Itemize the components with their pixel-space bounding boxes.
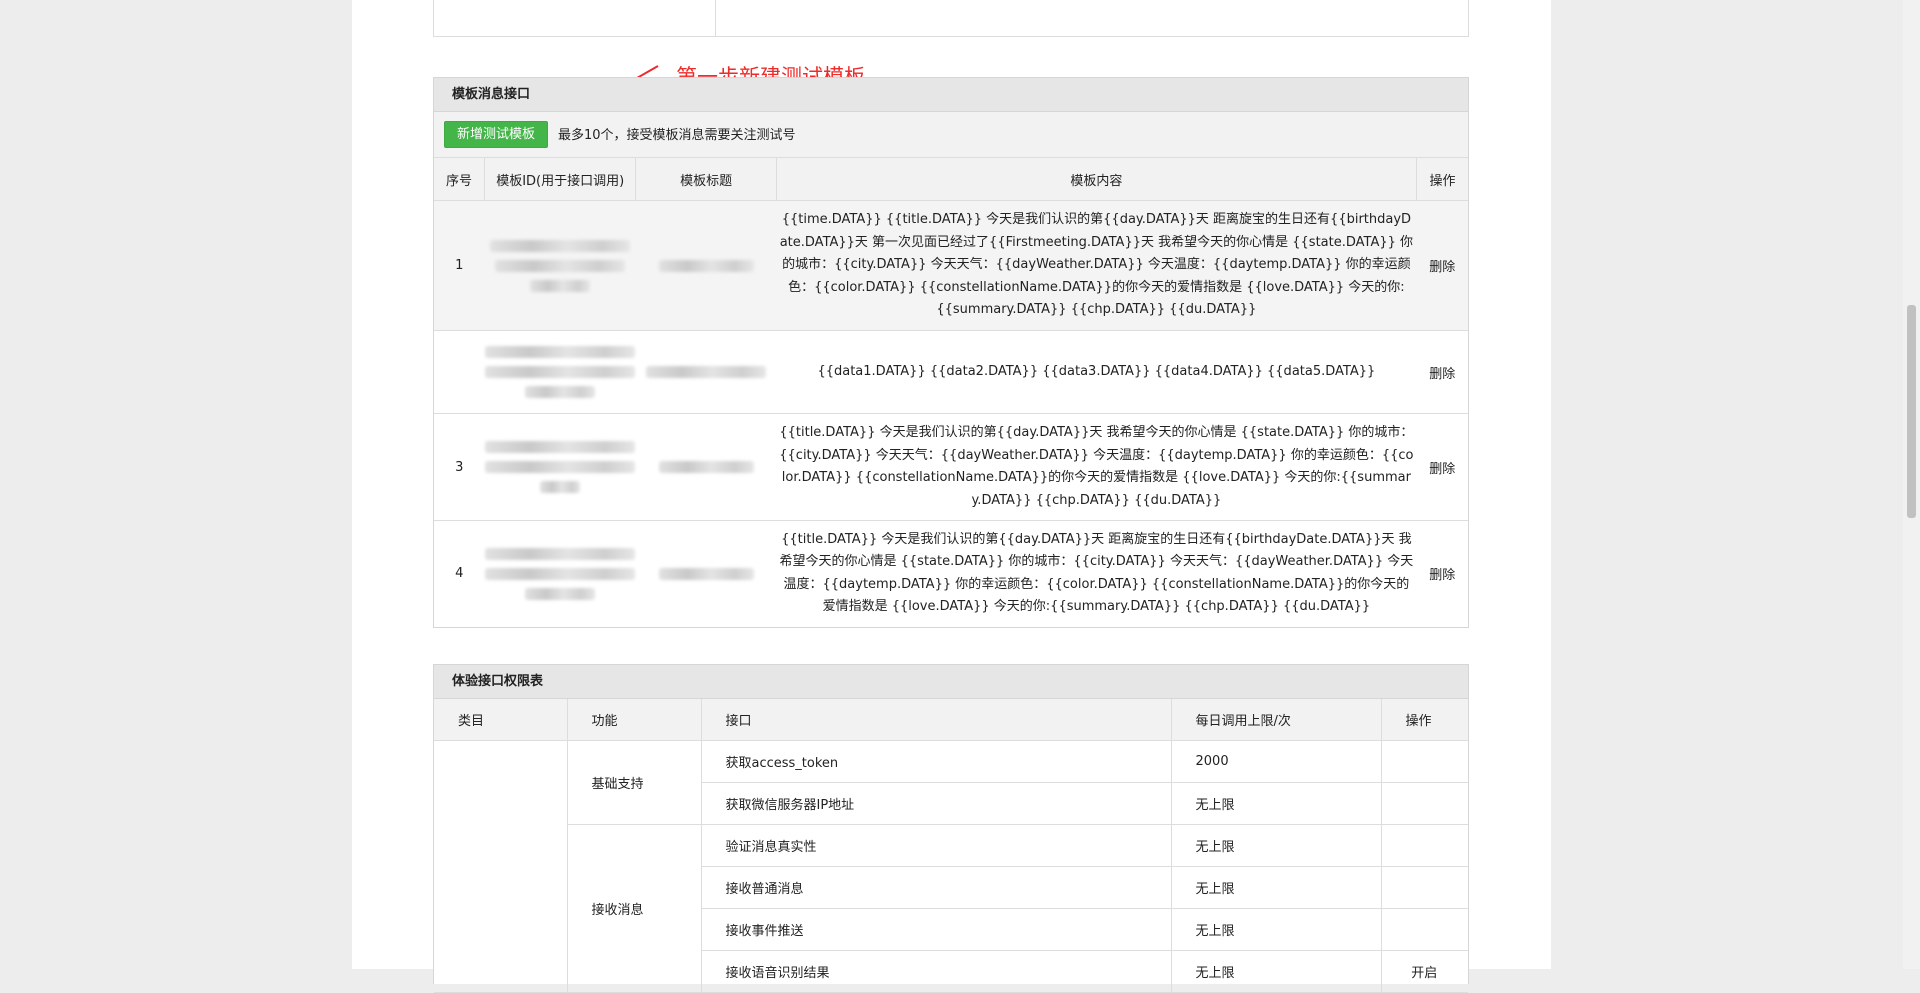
redacted-template-title [635, 200, 777, 331]
delete-link[interactable]: 删除 [1416, 413, 1468, 521]
header-index: 序号 [434, 158, 485, 201]
row-index: 3 [434, 413, 485, 521]
header-template-content: 模板内容 [776, 158, 1417, 201]
function-cell: 接收消息 [567, 824, 702, 993]
add-test-template-button[interactable]: 新增测试模板 [444, 121, 549, 148]
redacted-template-title [635, 330, 777, 414]
action-cell[interactable] [1381, 908, 1468, 951]
api-link[interactable]: 接收普通消息 [701, 866, 1172, 909]
api-link[interactable]: 接收语音识别结果 [701, 950, 1172, 993]
action-cell[interactable] [1381, 866, 1468, 909]
action-cell[interactable] [1381, 824, 1468, 867]
delete-link[interactable]: 删除 [1416, 521, 1468, 627]
delete-link[interactable]: 删除 [1416, 330, 1468, 414]
redacted-template-id [484, 330, 636, 414]
daily-limit: 无上限 [1171, 824, 1382, 867]
template-message-panel: 模板消息接口 新增测试模板 最多10个，接受模板消息需要关注测试号 序号 模板I… [433, 77, 1469, 628]
redacted-template-title [635, 413, 777, 521]
row-index: 4 [455, 566, 464, 582]
permission-panel-title: 体验接口权限表 [434, 665, 1468, 699]
previous-table-fragment [433, 0, 1469, 37]
template-table: 序号 模板ID(用于接口调用) 模板标题 模板内容 操作 1 {{time.DA… [434, 158, 1468, 627]
template-panel-title: 模板消息接口 [434, 78, 1468, 112]
redacted-template-id [484, 200, 636, 331]
table-row: 1 {{time.DATA}} {{title.DATA}} 今天是我们认识的第… [434, 200, 1468, 331]
api-link[interactable]: 获取微信服务器IP地址 [701, 782, 1172, 825]
category-cell [434, 740, 568, 993]
function-cell: 基础支持 [567, 740, 702, 825]
template-content: {{data1.DATA}} {{data2.DATA}} {{data3.DA… [776, 330, 1417, 414]
permission-table-header: 类目 功能 接口 每日调用上限/次 操作 [434, 699, 1468, 741]
daily-limit: 无上限 [1171, 782, 1382, 825]
redacted-template-id [484, 413, 636, 521]
table-row: {{data1.DATA}} {{data2.DATA}} {{data3.DA… [434, 330, 1468, 414]
template-content: {{time.DATA}} {{title.DATA}} 今天是我们认识的第{{… [776, 200, 1417, 331]
header-action: 操作 [1416, 158, 1468, 201]
header-template-title: 模板标题 [635, 158, 777, 201]
template-hint: 最多10个，接受模板消息需要关注测试号 [558, 128, 796, 143]
open-link[interactable]: 开启 [1381, 950, 1468, 993]
table-row: 3 {{title.DATA}} 今天是我们认识的第{{day.DATA}}天 … [434, 413, 1468, 521]
row-index [434, 330, 485, 414]
redacted-template-title [636, 521, 776, 627]
daily-limit: 无上限 [1171, 866, 1382, 909]
redacted-template-id [484, 521, 636, 627]
daily-limit: 无上限 [1171, 908, 1382, 951]
table-row: 接收消息 验证消息真实性 无上限 [434, 824, 1468, 993]
api-link[interactable]: 验证消息真实性 [701, 824, 1172, 867]
header-api: 接口 [701, 699, 1172, 741]
permission-panel: 体验接口权限表 类目 功能 接口 每日调用上限/次 操作 基础支持 获取acce… [433, 664, 1469, 993]
action-cell[interactable] [1381, 782, 1468, 825]
row-index: 1 [434, 200, 485, 331]
action-cell[interactable] [1381, 740, 1468, 783]
scrollbar-thumb[interactable] [1907, 305, 1916, 518]
header-action: 操作 [1381, 699, 1468, 741]
template-content: {{title.DATA}} 今天是我们认识的第{{day.DATA}}天 距离… [779, 531, 1414, 615]
table-row: 4 {{title.DATA}} 今天是我们认识的第{{day.DATA}}天 … [434, 521, 1468, 627]
column-divider [715, 0, 716, 36]
header-daily-limit: 每日调用上限/次 [1171, 699, 1382, 741]
template-toolbar: 新增测试模板 最多10个，接受模板消息需要关注测试号 [434, 112, 1468, 158]
daily-limit: 2000 [1171, 740, 1382, 783]
template-table-header: 序号 模板ID(用于接口调用) 模板标题 模板内容 操作 [434, 158, 1468, 201]
api-link[interactable]: 获取access_token [701, 740, 1172, 783]
header-template-id: 模板ID(用于接口调用) [484, 158, 637, 201]
table-row: 基础支持 获取access_token 2000 [434, 740, 1468, 993]
api-link[interactable]: 接收事件推送 [701, 908, 1172, 951]
permission-table: 类目 功能 接口 每日调用上限/次 操作 基础支持 获取access_token… [434, 699, 1468, 993]
header-function: 功能 [567, 699, 702, 741]
header-category: 类目 [434, 699, 568, 741]
delete-link[interactable]: 删除 [1416, 200, 1468, 331]
vertical-scrollbar[interactable] [1903, 0, 1920, 969]
template-content: {{title.DATA}} 今天是我们认识的第{{day.DATA}}天 我希… [776, 413, 1417, 521]
daily-limit: 无上限 [1171, 950, 1382, 993]
